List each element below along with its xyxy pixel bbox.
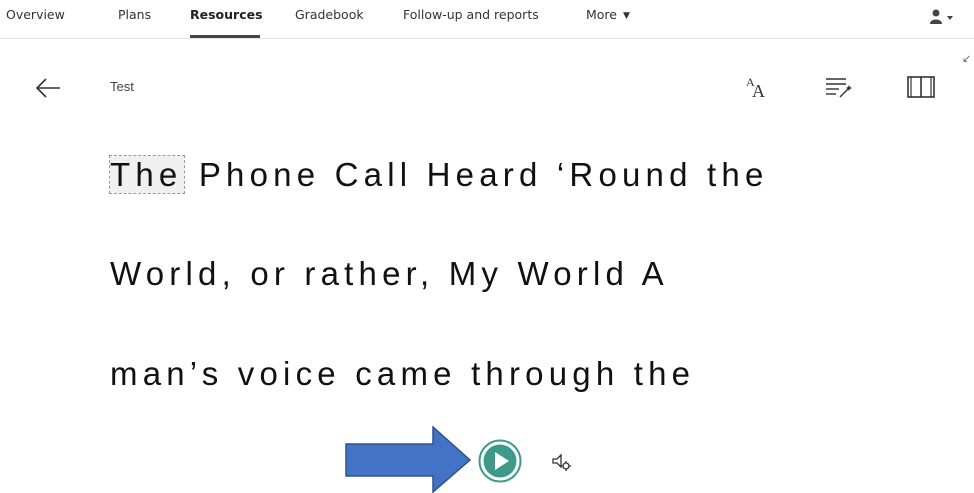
nav-more-label: More (586, 7, 617, 22)
play-button[interactable] (478, 439, 522, 483)
arrow-right-icon (345, 426, 471, 493)
reading-line-1: The Phone Call Heard ‘Round the (108, 155, 769, 194)
user-icon (930, 9, 953, 24)
arrow-left-icon (35, 78, 60, 98)
reading-line-2: World, or rather, My World A (110, 255, 669, 292)
nav-tab-gradebook[interactable]: Gradebook (295, 7, 364, 22)
highlighted-word[interactable]: The (108, 155, 186, 194)
active-tab-indicator (190, 35, 260, 38)
user-menu[interactable] (928, 8, 958, 26)
back-button[interactable] (32, 76, 64, 100)
collapse-icon[interactable]: ↙ (962, 52, 971, 65)
document-title: Test (110, 79, 134, 94)
voice-settings-icon (552, 453, 571, 471)
nav-tab-more[interactable]: More ▼ (586, 7, 630, 22)
voice-settings-button[interactable] (550, 450, 574, 474)
chevron-down-icon (947, 16, 953, 20)
grammar-options-button[interactable] (822, 72, 856, 102)
chevron-down-icon: ▼ (623, 11, 630, 21)
grammar-options-icon (826, 78, 852, 98)
play-icon (478, 439, 522, 483)
book-icon (907, 76, 935, 98)
reading-preferences-button[interactable] (904, 72, 938, 102)
top-navigation: Overview Plans Resources Gradebook Follo… (0, 0, 974, 39)
nav-tab-resources[interactable]: Resources (190, 7, 263, 22)
reading-line-3: man’s voice came through the (110, 355, 696, 392)
reading-line-1-text: Phone Call Heard ‘Round the (184, 156, 769, 193)
nav-tab-follow-up[interactable]: Follow-up and reports (403, 7, 539, 22)
text-preferences-button[interactable]: AA (746, 72, 780, 102)
nav-tab-overview[interactable]: Overview (6, 7, 65, 22)
nav-tab-plans[interactable]: Plans (118, 7, 151, 22)
